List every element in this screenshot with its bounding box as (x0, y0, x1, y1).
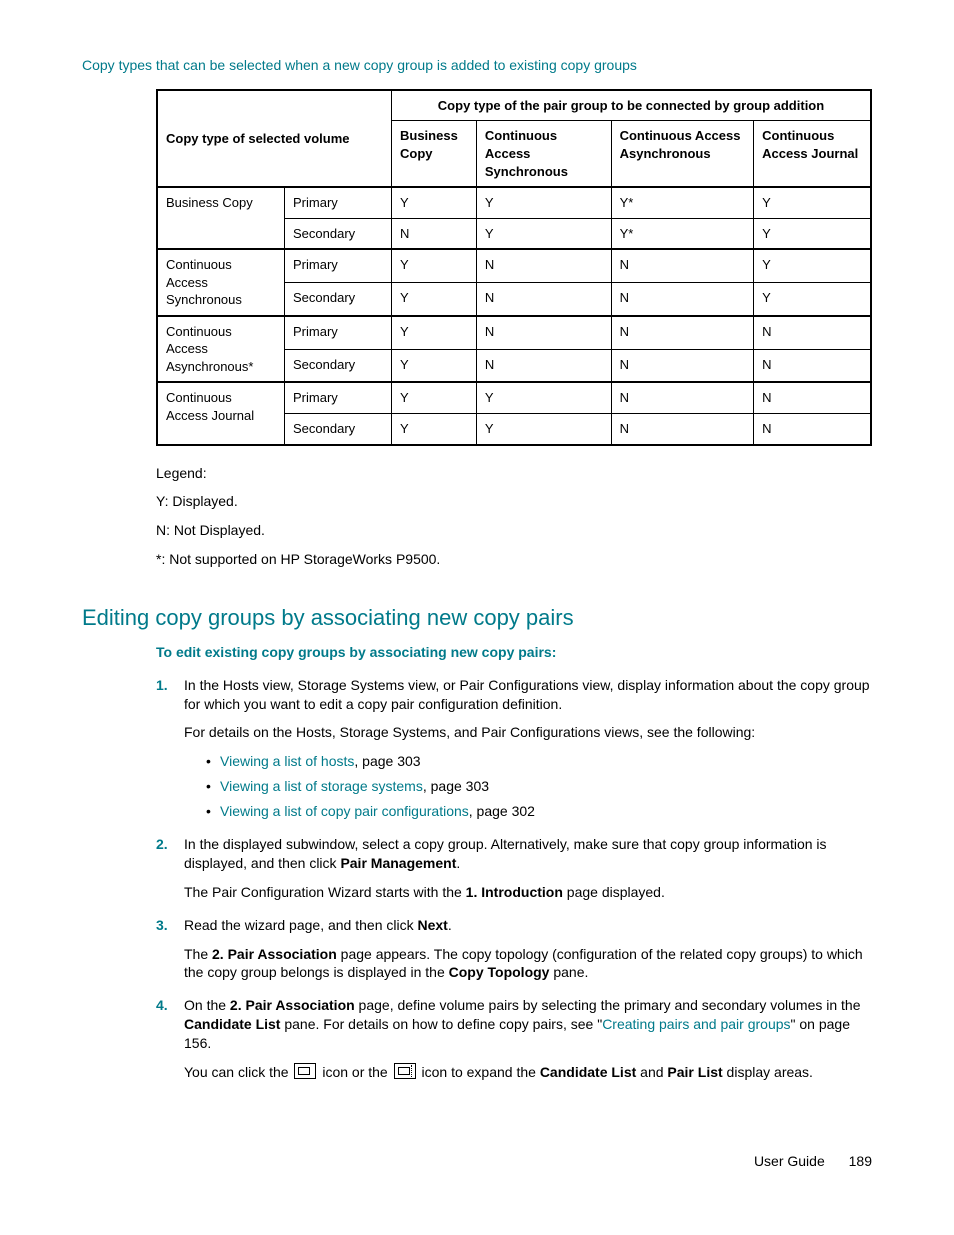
row-sub: Secondary (285, 414, 392, 445)
expand-left-icon (294, 1063, 316, 1079)
super-header: Copy type of the pair group to be connec… (392, 90, 872, 121)
section-heading: Editing copy groups by associating new c… (82, 603, 872, 633)
row-sub: Primary (285, 316, 392, 349)
list-item: Viewing a list of copy pair configuratio… (206, 802, 872, 821)
cell: N (754, 316, 871, 349)
step-2: 2. In the displayed subwindow, select a … (156, 835, 872, 902)
col-header: Continuous Access Asynchronous (611, 121, 754, 187)
cell: Y (392, 282, 477, 315)
table-caption: Copy types that can be selected when a n… (82, 56, 872, 75)
legend-item: Y: Displayed. (156, 492, 872, 511)
legend-item: *: Not supported on HP StorageWorks P950… (156, 550, 872, 569)
steps-list: 1. In the Hosts view, Storage Systems vi… (82, 676, 872, 1082)
row-sub: Secondary (285, 218, 392, 249)
row-header: Copy type of selected volume (157, 90, 392, 187)
legend-item: N: Not Displayed. (156, 521, 872, 540)
cell: N (611, 282, 754, 315)
cell: Y (476, 414, 611, 445)
table-wrap: Copy type of selected volume Copy type o… (82, 89, 872, 446)
step-number: 2. (156, 835, 168, 854)
step-4: 4. On the 2. Pair Association page, defi… (156, 996, 872, 1082)
step-number: 1. (156, 676, 168, 695)
col-header: Continuous Access Journal (754, 121, 871, 187)
cell: Y* (611, 187, 754, 218)
link-list: Viewing a list of hosts, page 303 Viewin… (184, 752, 872, 821)
cell: Y (476, 382, 611, 413)
cell: Y (476, 187, 611, 218)
step-text: For details on the Hosts, Storage System… (184, 723, 872, 742)
expand-right-icon (394, 1063, 416, 1079)
row-name: Continuous Access Asynchronous* (157, 316, 285, 383)
cell: Y* (611, 218, 754, 249)
link-storage-systems[interactable]: Viewing a list of storage systems (220, 778, 423, 794)
cell: N (611, 316, 754, 349)
list-item: Viewing a list of hosts, page 303 (206, 752, 872, 771)
row-sub: Primary (285, 249, 392, 282)
cell: N (476, 249, 611, 282)
cell: N (754, 382, 871, 413)
step-3: 3. Read the wizard page, and then click … (156, 916, 872, 983)
cell: Y (392, 349, 477, 382)
cell: Y (754, 282, 871, 315)
cell: N (611, 349, 754, 382)
col-header: Business Copy (392, 121, 477, 187)
cell: Y (392, 382, 477, 413)
cell: Y (392, 249, 477, 282)
cell: Y (754, 218, 871, 249)
table-body: Business CopyPrimaryYYY*YSecondaryNYY*YC… (157, 187, 871, 444)
row-name: Continuous Access Journal (157, 382, 285, 444)
link-pair-configs[interactable]: Viewing a list of copy pair configuratio… (220, 803, 469, 819)
page-footer: User Guide 189 (82, 1152, 872, 1171)
col-header: Continuous Access Synchronous (476, 121, 611, 187)
row-name: Continuous Access Synchronous (157, 249, 285, 316)
copy-type-table: Copy type of selected volume Copy type o… (156, 89, 872, 446)
page-number: 189 (849, 1153, 872, 1169)
cell: Y (392, 316, 477, 349)
cell: N (476, 349, 611, 382)
cell: N (611, 382, 754, 413)
cell: N (476, 282, 611, 315)
step-number: 3. (156, 916, 168, 935)
cell: N (611, 249, 754, 282)
procedure-heading: To edit existing copy groups by associat… (156, 643, 872, 662)
cell: N (754, 349, 871, 382)
cell: Y (392, 187, 477, 218)
step-1: 1. In the Hosts view, Storage Systems vi… (156, 676, 872, 821)
cell: Y (392, 414, 477, 445)
cell: Y (754, 187, 871, 218)
legend-title: Legend: (156, 464, 872, 483)
footer-label: User Guide (754, 1153, 825, 1169)
cell: N (392, 218, 477, 249)
cell: N (476, 316, 611, 349)
cell: Y (754, 249, 871, 282)
row-name: Business Copy (157, 187, 285, 249)
row-sub: Secondary (285, 282, 392, 315)
step-text: In the Hosts view, Storage Systems view,… (184, 677, 870, 712)
list-item: Viewing a list of storage systems, page … (206, 777, 872, 796)
step-number: 4. (156, 996, 168, 1015)
row-sub: Primary (285, 187, 392, 218)
legend: Legend: Y: Displayed. N: Not Displayed. … (82, 464, 872, 570)
link-creating-pairs[interactable]: Creating pairs and pair groups (602, 1016, 790, 1032)
cell: N (754, 414, 871, 445)
link-hosts[interactable]: Viewing a list of hosts (220, 753, 354, 769)
row-sub: Primary (285, 382, 392, 413)
cell: Y (476, 218, 611, 249)
row-sub: Secondary (285, 349, 392, 382)
cell: N (611, 414, 754, 445)
